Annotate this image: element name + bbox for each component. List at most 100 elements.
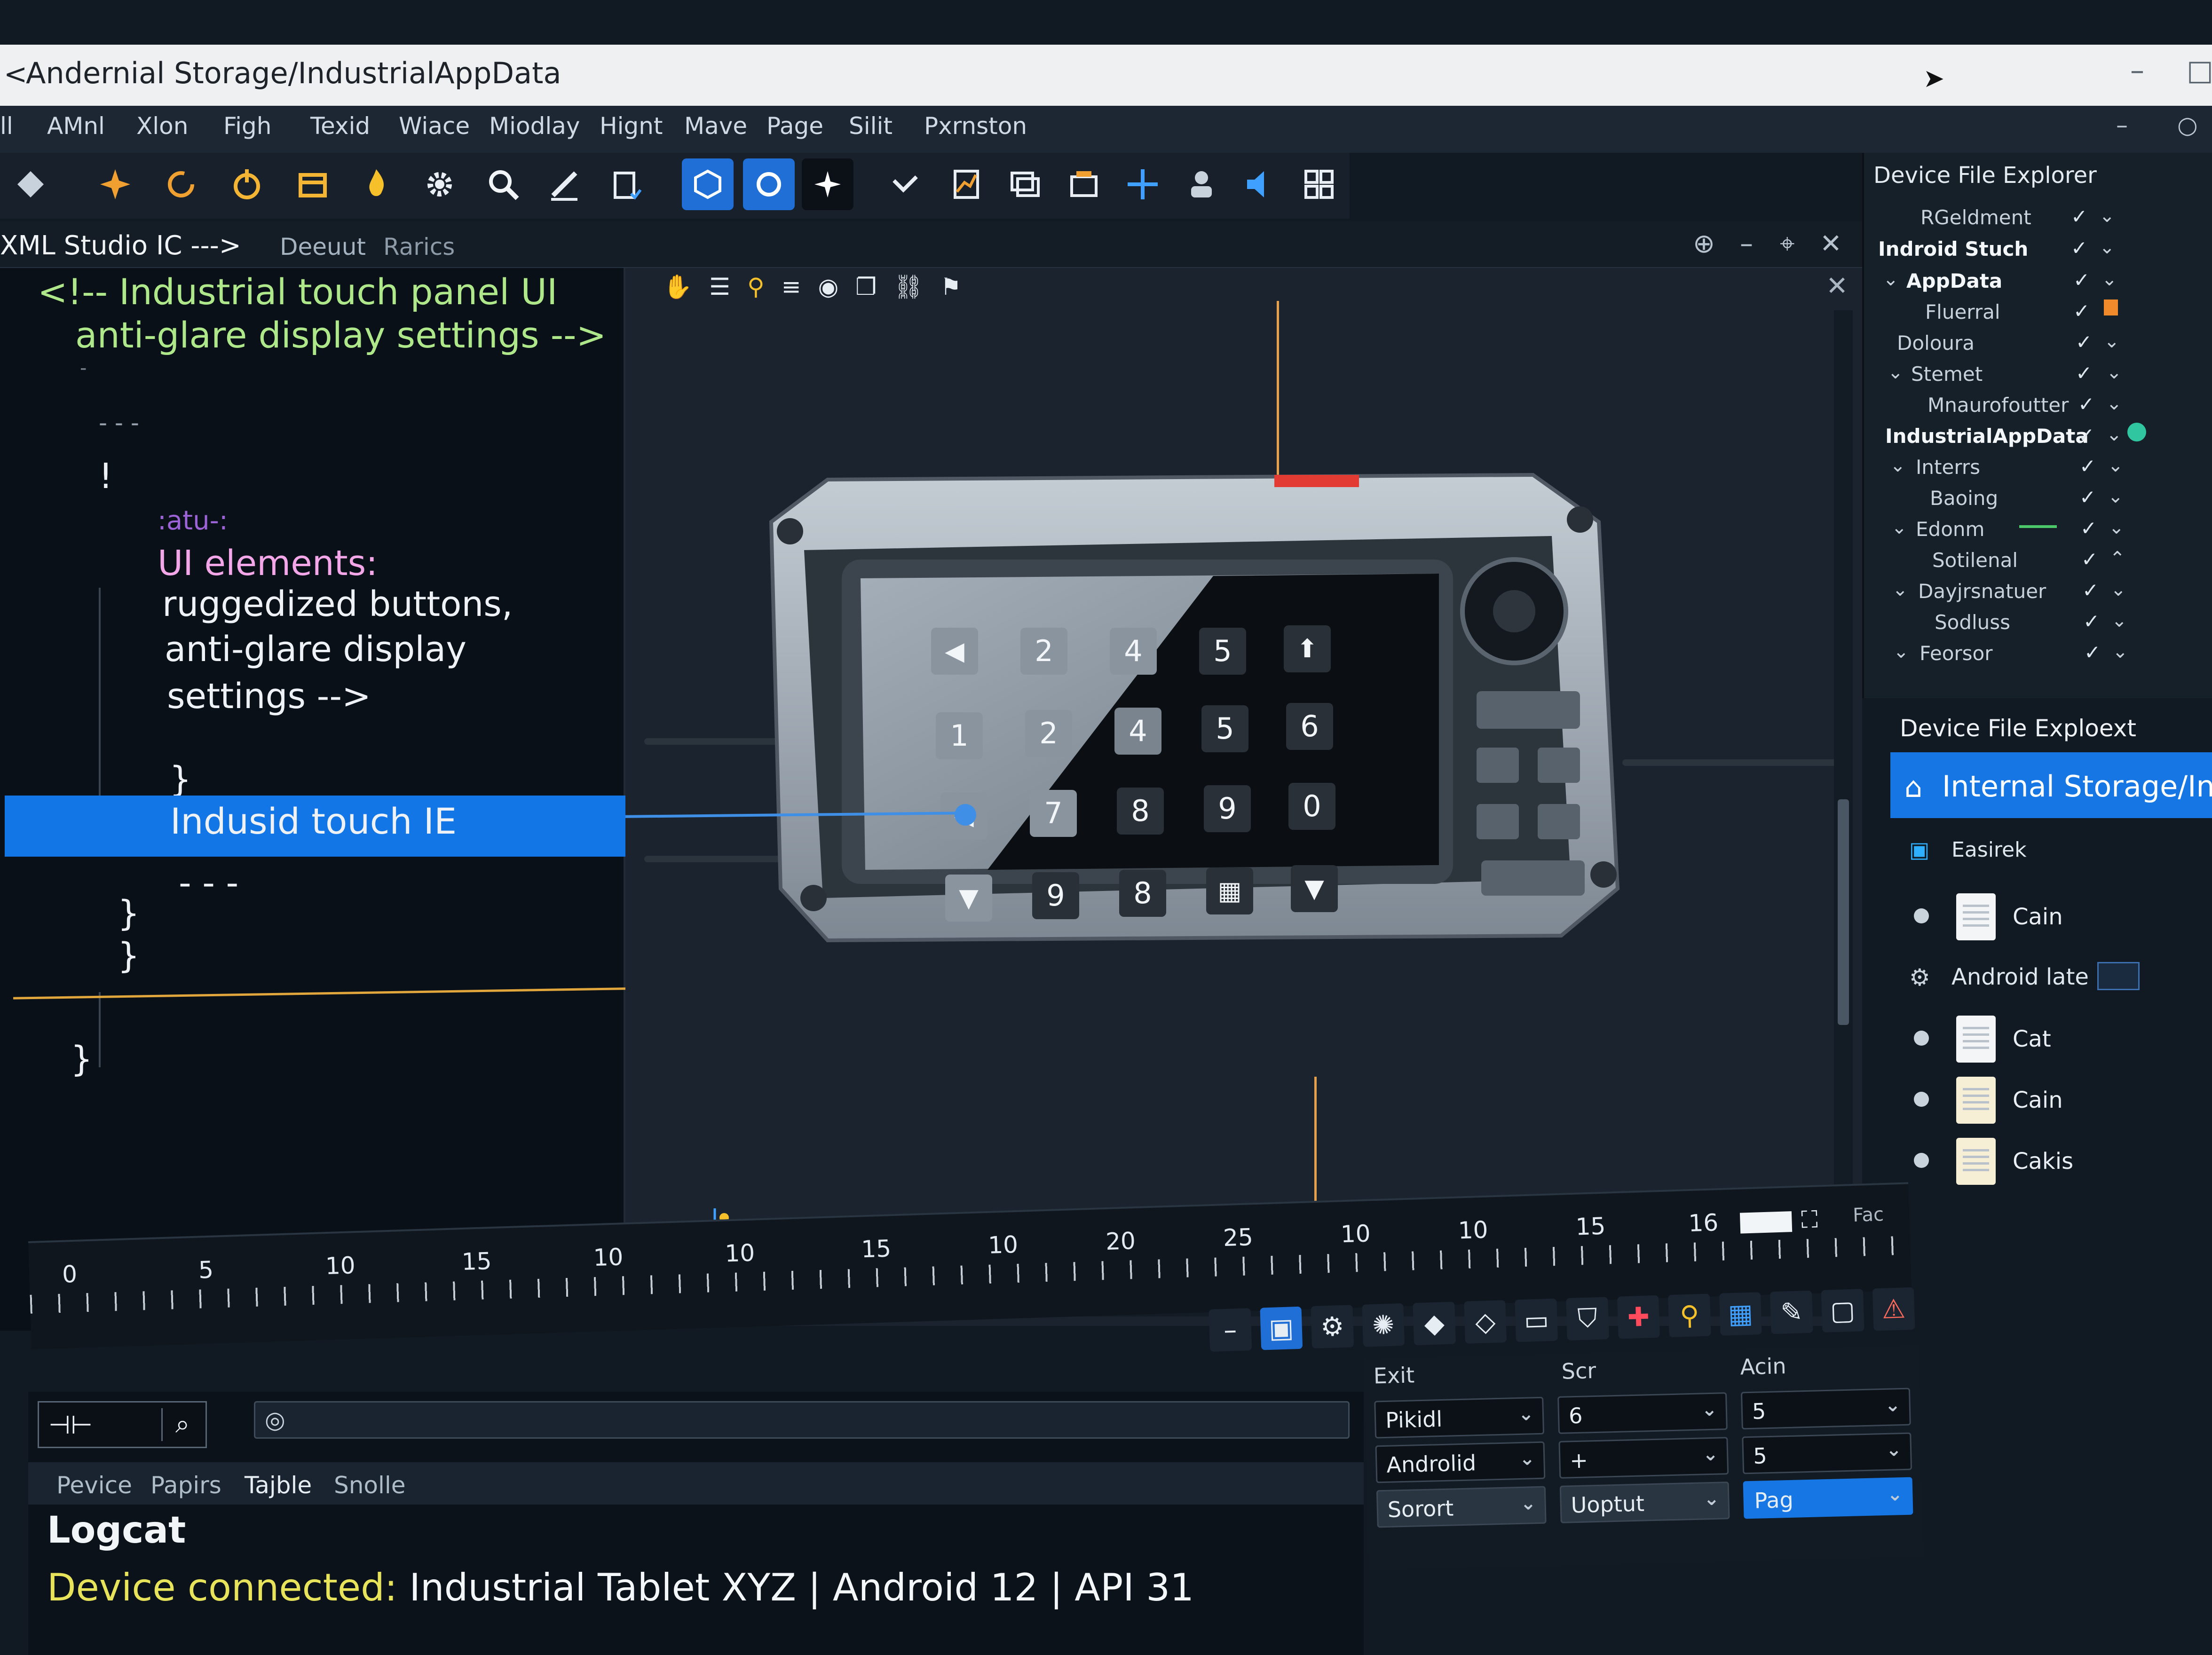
property-select[interactable]: 5 ⌄ — [1742, 1432, 1912, 1474]
crosshair-icon[interactable] — [1117, 158, 1169, 210]
keypad-key[interactable]: 1 — [936, 712, 983, 759]
alert-icon[interactable]: ⚠ — [1872, 1287, 1915, 1331]
close-pane-button[interactable]: ✕ — [1820, 229, 1842, 259]
file-row[interactable]: Cat — [1895, 1006, 2212, 1067]
chevron-down-icon[interactable]: ⌄ — [2106, 362, 2122, 383]
menu-item-6[interactable]: Miodlay — [489, 112, 580, 140]
checkmark-icon[interactable]: ✓ — [2073, 268, 2090, 292]
tree-row[interactable]: RGeldment ✓ ⌄ — [1864, 202, 2212, 233]
layers-icon[interactable] — [999, 158, 1051, 210]
star-icon[interactable] — [89, 158, 141, 210]
checkmark-icon[interactable]: ✓ — [2078, 393, 2094, 416]
keypad-key[interactable]: 4 — [1110, 628, 1157, 675]
tab-device[interactable]: Pevice — [56, 1472, 132, 1499]
checkmark-icon[interactable] — [879, 158, 931, 210]
chevron-down-icon[interactable]: ⌄ — [2112, 641, 2128, 662]
keypad-key[interactable]: 9 — [1032, 872, 1079, 919]
file-row[interactable]: Cain — [1895, 1067, 2212, 1128]
vertical-scrollbar[interactable] — [1834, 310, 1853, 1251]
close-icon[interactable]: ✕ — [1826, 271, 1848, 301]
expand-icon[interactable]: ⛶ — [1801, 1206, 1818, 1234]
chevron-down-icon[interactable]: ⌄ — [1888, 362, 1904, 383]
chevron-up-icon[interactable]: ⌃ — [2109, 548, 2125, 569]
flame-icon[interactable] — [350, 158, 402, 210]
menu-item-7[interactable]: Hignt — [600, 112, 663, 140]
cube-icon[interactable]: ▣ — [1259, 1306, 1303, 1350]
menu-item-11[interactable]: Pxrnston — [924, 112, 1027, 140]
rectangle-icon[interactable]: ▭ — [1515, 1298, 1558, 1342]
search-icon[interactable] — [477, 158, 529, 210]
checkmark-icon[interactable]: ✓ — [2073, 299, 2090, 323]
align-icon[interactable]: ≡ — [782, 273, 801, 300]
tab-table[interactable]: Tajble — [245, 1472, 312, 1499]
rotate-icon[interactable] — [743, 158, 795, 210]
chevron-down-icon[interactable]: ⌄ — [2099, 205, 2115, 227]
pin-icon[interactable]: ⚲ — [747, 273, 765, 300]
diamond-icon[interactable]: ◆ — [1413, 1301, 1456, 1346]
menu-item-9[interactable]: Page — [766, 112, 823, 140]
back-icon[interactable]: < — [4, 58, 27, 91]
tree-row[interactable]: Sotilenal ✓ ⌃ — [1864, 545, 2212, 576]
tree-row[interactable]: Mnaurofoutter ✓ ⌄ — [1864, 390, 2212, 421]
tree-row[interactable]: IndustrialAppData ✓ ⌄ — [1864, 421, 2212, 452]
chevron-down-icon[interactable]: ⌄ — [2104, 331, 2120, 352]
location-icon[interactable]: ⚑ — [940, 273, 962, 300]
keypad-key[interactable]: 4 — [1114, 708, 1161, 755]
checkmark-icon[interactable]: ✓ — [2082, 579, 2099, 602]
design-viewport[interactable]: ✋ ☰ ⚲ ≡ ◉ ❐ ⛓ ⚑ ✕ ◀ 2 4 5 ⬆ 1 2 4 5 6 7 … — [625, 268, 1862, 1326]
copy-icon[interactable]: ❐ — [855, 273, 877, 300]
chevron-down-icon[interactable]: ⌄ — [2108, 486, 2124, 507]
tree-row[interactable]: Baoing ✓ ⌄ — [1864, 483, 2212, 514]
maximize-button[interactable]: □ — [2187, 54, 2212, 87]
keypad-key[interactable]: 5 — [1199, 628, 1246, 675]
target-icon[interactable]: ⊕ — [1693, 229, 1715, 259]
property-select[interactable]: Androlid ⌄ — [1375, 1441, 1546, 1483]
tree-row[interactable]: ⌄ Stemet ✓ ⌄ — [1864, 359, 2212, 390]
menu-item-0[interactable]: ll — [0, 112, 13, 140]
checkmark-icon[interactable]: ✓ — [2080, 517, 2097, 540]
sparkle-icon[interactable] — [802, 158, 853, 210]
link-icon[interactable]: ⛓ — [893, 273, 923, 301]
tree-row[interactable]: ⌄ Edonm ✓ ⌄ — [1864, 514, 2212, 545]
chevron-down-icon[interactable]: ⌄ — [2101, 268, 2117, 290]
checkmark-icon[interactable]: ✓ — [2071, 236, 2087, 260]
tree-row[interactable]: ⌄ Feorsor ✓ ⌄ — [1864, 638, 2212, 669]
property-select[interactable]: Pikidl ⌄ — [1374, 1396, 1545, 1439]
shield-icon[interactable]: ⛉ — [1566, 1297, 1609, 1341]
tree-row[interactable]: ⌄ AppData ✓ ⌄ — [1864, 266, 2212, 297]
property-select[interactable]: 5 ⌄ — [1740, 1387, 1911, 1430]
settings-icon[interactable]: ✺ — [1362, 1303, 1405, 1347]
keypad-key[interactable]: 2 — [1020, 628, 1067, 675]
connector-handle[interactable] — [955, 804, 976, 826]
property-select[interactable]: Pag ⌄ — [1743, 1477, 1913, 1519]
refresh-icon[interactable] — [155, 158, 207, 210]
chevron-down-icon[interactable]: ⌄ — [2108, 455, 2124, 476]
menu-item-2[interactable]: Xlon — [136, 112, 188, 140]
panel-restore-button[interactable]: ○ — [2177, 111, 2198, 139]
tree-row[interactable]: Sodluss ✓ ⌄ — [1864, 607, 2212, 638]
keypad-key[interactable]: 6 — [1286, 703, 1333, 750]
search-input[interactable]: ⊣⊢ ⌕ — [38, 1401, 207, 1448]
chevron-down-icon[interactable]: ⌄ — [2106, 393, 2122, 414]
chevron-down-icon[interactable]: ⌄ — [2111, 610, 2127, 631]
gear-icon[interactable] — [414, 158, 466, 210]
monitor-icon[interactable]: ▢ — [1821, 1289, 1864, 1333]
chevron-down-icon[interactable]: ⌄ — [2106, 424, 2122, 445]
property-select[interactable]: + ⌄ — [1558, 1437, 1729, 1479]
path-bar[interactable]: ⌂ Internal Storage/Indus — [1890, 752, 2212, 818]
search-icon[interactable]: ⌕ — [175, 1409, 190, 1439]
tab-deeuut[interactable]: Deeuut — [280, 233, 366, 260]
chevron-down-icon[interactable]: ⌄ — [2110, 579, 2126, 600]
checkmark-icon[interactable]: ✓ — [2084, 641, 2101, 664]
home-icon[interactable]: ⌂ — [1904, 771, 1922, 804]
minimize-button[interactable]: – — [2130, 54, 2144, 87]
keypad-key[interactable]: ▼ — [1291, 865, 1338, 912]
tree-row[interactable]: ⌄ Interrs ✓ ⌄ — [1864, 452, 2212, 483]
pin-icon[interactable]: ⚲ — [1668, 1293, 1711, 1338]
property-select[interactable]: 6 ⌄ — [1557, 1392, 1728, 1434]
tree-row[interactable]: Fluerral ✓ — [1864, 297, 2212, 328]
tab-xml-studio[interactable]: XML Studio IC ---> — [0, 230, 241, 261]
tree-row[interactable]: Doloura ✓ ⌄ — [1864, 328, 2212, 359]
file-row[interactable]: Cain — [1895, 884, 2212, 945]
tab-rarics[interactable]: Rarics — [383, 233, 455, 260]
